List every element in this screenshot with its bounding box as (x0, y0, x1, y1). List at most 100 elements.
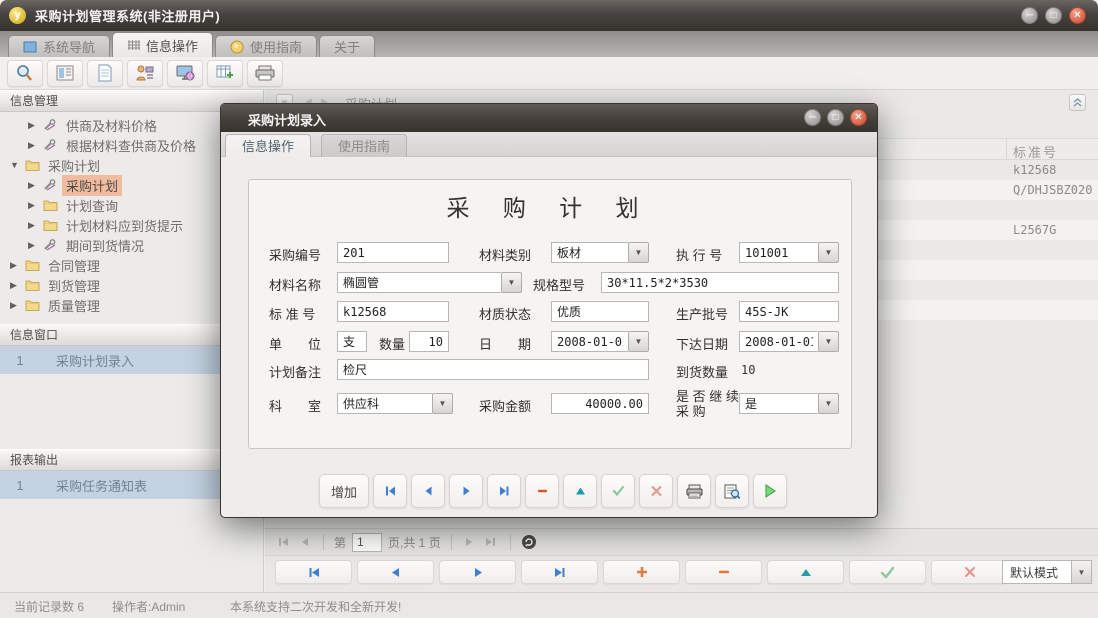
chevron-down-icon[interactable]: ▼ (818, 331, 839, 352)
folder-icon (25, 279, 44, 291)
field-label-exec-no: 执 行 号 (676, 245, 722, 264)
amount-input[interactable] (551, 393, 649, 414)
first-page-icon[interactable] (275, 534, 291, 550)
plan-note-input[interactable] (337, 359, 649, 380)
delete-record-button[interactable] (685, 560, 762, 584)
continue-purchase-value[interactable] (739, 393, 818, 414)
print-button[interactable] (247, 60, 283, 87)
material-name-combo[interactable]: ▼ (337, 272, 522, 293)
prev-record-button[interactable] (411, 474, 445, 508)
tab-about[interactable]: 关于 (319, 35, 375, 57)
status-bar: 当前记录数 6 操作者:Admin 本系统支持二次开发和全新开发! (0, 592, 1098, 618)
expand-arrow-icon[interactable] (28, 120, 43, 131)
print-preview-button[interactable] (715, 474, 749, 508)
field-label-date: 日 期 (479, 334, 531, 353)
chevron-down-icon[interactable]: ▼ (628, 242, 649, 263)
collapse-arrow-icon[interactable] (10, 160, 25, 170)
dialog-close-button[interactable]: ✕ (850, 109, 867, 126)
form-button[interactable] (47, 60, 83, 87)
main-tab-bar: 系统导航 信息操作 使用指南 关于 (0, 31, 1098, 57)
exec-no-combo[interactable]: ▼ (739, 242, 839, 263)
chevron-down-icon[interactable]: ▼ (628, 331, 649, 352)
next-page-icon[interactable] (462, 534, 478, 550)
expand-arrow-icon[interactable] (28, 140, 43, 151)
chevron-down-icon[interactable]: ▼ (818, 242, 839, 263)
refresh-icon[interactable] (521, 534, 537, 550)
close-button[interactable]: ✕ (1069, 7, 1086, 24)
batch-no-input[interactable] (739, 301, 839, 322)
tab-system-nav[interactable]: 系统导航 (8, 35, 110, 57)
dialog-tab-user-guide[interactable]: 使用指南 (321, 134, 407, 157)
material-type-combo[interactable]: ▼ (551, 242, 649, 263)
material-name-value[interactable] (337, 272, 501, 293)
document-button[interactable] (87, 60, 123, 87)
table-add-button[interactable] (207, 60, 243, 87)
edit-record-button[interactable] (563, 474, 597, 508)
continue-purchase-combo[interactable]: ▼ (739, 393, 839, 414)
date-value[interactable] (551, 331, 628, 352)
expand-arrow-icon[interactable] (28, 200, 43, 211)
last-page-icon[interactable] (484, 534, 500, 550)
first-record-button[interactable] (275, 560, 352, 584)
chevron-down-icon[interactable]: ▼ (818, 393, 839, 414)
chevron-down-icon[interactable]: ▼ (1071, 561, 1091, 583)
add-button[interactable]: 增加 (319, 474, 369, 508)
expand-arrow-icon[interactable] (10, 280, 25, 291)
exec-no-value[interactable] (739, 242, 818, 263)
add-record-button[interactable] (603, 560, 680, 584)
material-type-value[interactable] (551, 242, 628, 263)
execute-button[interactable] (753, 474, 787, 508)
expand-arrow-icon[interactable] (10, 300, 25, 311)
page-number-input[interactable] (352, 533, 382, 552)
dialog-maximize-button[interactable]: □ (827, 109, 844, 126)
department-value[interactable] (337, 393, 432, 414)
prev-record-button[interactable] (357, 560, 434, 584)
tab-user-guide[interactable]: 使用指南 (215, 35, 317, 57)
prev-page-icon[interactable] (297, 534, 313, 550)
dialog-tab-info-operation[interactable]: 信息操作 (225, 134, 311, 157)
expand-arrow-icon[interactable] (10, 260, 25, 271)
tab-info-operation[interactable]: 信息操作 (112, 32, 213, 57)
search-button[interactable] (7, 60, 43, 87)
expand-arrow-icon[interactable] (28, 180, 43, 191)
issue-date-combo[interactable]: ▼ (739, 331, 839, 352)
issue-date-value[interactable] (739, 331, 818, 352)
chevron-down-icon[interactable]: ▼ (432, 393, 453, 414)
print-button[interactable] (677, 474, 711, 508)
row-label: 采购计划录入 (40, 351, 134, 370)
minimize-button[interactable]: ─ (1021, 7, 1038, 24)
confirm-button[interactable] (601, 474, 635, 508)
delete-record-button[interactable] (525, 474, 559, 508)
next-record-button[interactable] (439, 560, 516, 584)
up-triangle-icon (799, 566, 813, 578)
date-combo[interactable]: ▼ (551, 331, 649, 352)
collapse-panel-button[interactable] (1069, 94, 1086, 111)
cancel-button[interactable] (931, 560, 1008, 584)
folder-icon (25, 299, 44, 311)
material-state-input[interactable] (551, 301, 649, 322)
next-record-button[interactable] (449, 474, 483, 508)
purchase-no-input[interactable] (337, 242, 449, 263)
edit-record-button[interactable] (767, 560, 844, 584)
standard-no-input[interactable] (337, 301, 449, 322)
tree-item-label: 质量管理 (44, 295, 104, 316)
first-record-button[interactable] (373, 474, 407, 508)
department-combo[interactable]: ▼ (337, 393, 453, 414)
quantity-input[interactable] (409, 331, 449, 352)
cancel-button[interactable] (639, 474, 673, 508)
dialog-minimize-button[interactable]: ─ (804, 109, 821, 126)
last-record-button[interactable] (521, 560, 598, 584)
last-record-button[interactable] (487, 474, 521, 508)
mode-select[interactable]: 默认模式 ▼ (1002, 560, 1092, 584)
printer-icon (686, 484, 703, 499)
chevron-down-icon[interactable]: ▼ (501, 272, 522, 293)
confirm-button[interactable] (849, 560, 926, 584)
monitor-button[interactable] (167, 60, 203, 87)
user-list-button[interactable] (127, 60, 163, 87)
expand-arrow-icon[interactable] (28, 240, 43, 251)
expand-arrow-icon[interactable] (28, 220, 43, 231)
prev-icon (389, 566, 403, 579)
unit-input[interactable] (337, 331, 367, 352)
spec-model-input[interactable] (601, 272, 839, 293)
maximize-button[interactable]: □ (1045, 7, 1062, 24)
